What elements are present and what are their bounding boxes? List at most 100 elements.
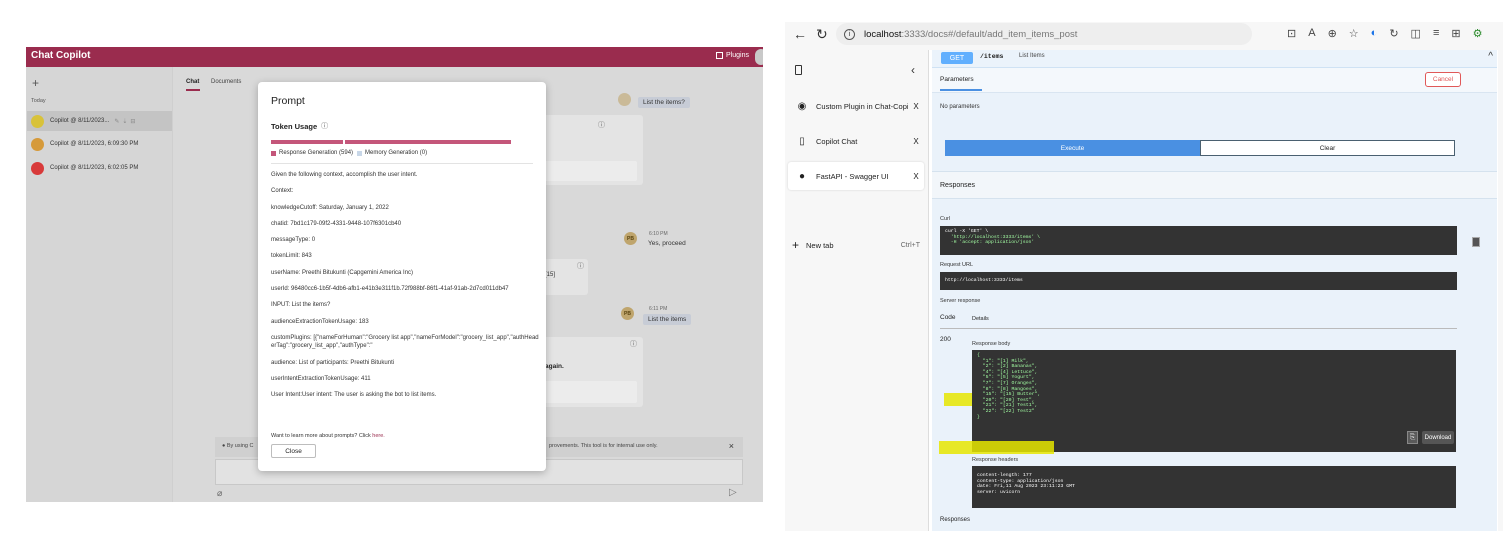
prompt-line: audience: List of participants: Preethi … <box>271 359 395 366</box>
split-screen-icon[interactable]: ◫ <box>1411 27 1421 40</box>
zoom-icon[interactable]: ⊕ <box>1328 27 1337 40</box>
prompt-line: userId: 96480cc6-1b5f-4db6-afb1-e41b3e31… <box>271 286 509 293</box>
prompt-text: Given the following context, accomplish … <box>271 171 539 408</box>
chat-list-item[interactable]: Copilot @ 8/11/2023... ✎⇣⊟ <box>27 111 172 131</box>
prompt-line: User Intent:User intent: The user is ask… <box>271 392 437 399</box>
vertical-tabs: ‹ ◉ Custom Plugin in Chat-Copilot Fe X ▯… <box>785 50 927 531</box>
operation-summary: List Items <box>1019 53 1045 59</box>
info-icon: ● <box>222 443 226 449</box>
extension-icon[interactable]: ◐ <box>1371 27 1378 40</box>
chat-item-label: Copilot @ 8/11/2023... <box>50 118 110 124</box>
token-usage-heading: Token Usage ⓘ <box>271 121 329 131</box>
new-chat-button[interactable]: + <box>32 76 39 90</box>
prompt-line: Context: <box>271 188 294 195</box>
notice-text-continued: provements. This tool is for internal us… <box>549 443 658 449</box>
learn-more-link[interactable]: here. <box>372 433 385 439</box>
back-icon[interactable]: ← <box>793 26 807 42</box>
address-bar[interactable]: i localhost:3333/docs#/default/add_item_… <box>836 23 1252 45</box>
send-icon[interactable]: ▷ <box>729 487 737 498</box>
site-info-icon[interactable]: i <box>844 28 855 40</box>
info-icon[interactable]: ⓘ <box>577 261 584 271</box>
tab-documents[interactable]: Documents <box>211 79 241 85</box>
close-icon[interactable]: × <box>729 441 734 451</box>
new-tab-button[interactable]: + New tab Ctrl+T <box>792 238 920 252</box>
memory-legend-label: Memory Generation (0) <box>365 150 428 156</box>
chat-item-label: Copilot @ 8/11/2023, 6:02:05 PM <box>50 165 139 171</box>
close-button[interactable]: Close <box>271 444 316 458</box>
prompt-line: messageType: 0 <box>271 237 316 244</box>
favorites-list-icon[interactable]: ≡ <box>1433 27 1439 40</box>
prompt-line: INPUT: List the items? <box>271 302 331 309</box>
response-body-label: Response body <box>972 341 1011 347</box>
new-tab-label: New tab <box>806 240 834 250</box>
request-url: http://localhost:3333/items <box>940 272 1457 290</box>
profile-icon[interactable]: ⚙ <box>1473 27 1483 40</box>
prompt-line: tokenLimit: 843 <box>271 253 312 260</box>
info-icon[interactable]: ⓘ <box>598 120 605 130</box>
copy-icon[interactable]: ⎘ <box>1407 431 1418 444</box>
response-body: { "1": "[1] Milk", "2": "[2] Bananas", "… <box>972 350 1456 452</box>
prompt-dialog: Prompt Token Usage ⓘ Response Generation… <box>258 82 546 471</box>
user-message: Yes, proceed <box>648 240 686 247</box>
favorite-icon[interactable]: ☆ <box>1349 27 1359 40</box>
message-time: 6:10 PM <box>649 231 668 237</box>
request-url-label: Request URL <box>940 262 974 268</box>
browser-tab[interactable]: ◉ Custom Plugin in Chat-Copilot Fe X <box>788 92 924 120</box>
bot-avatar <box>31 161 44 175</box>
cancel-button[interactable]: Cancel <box>1425 72 1461 87</box>
details-column-header: Details <box>972 316 989 322</box>
today-label: Today <box>31 98 46 104</box>
install-app-icon[interactable]: ⊡ <box>1287 27 1296 40</box>
close-tab-icon[interactable]: X <box>908 102 924 111</box>
user-message: List the items <box>643 314 692 325</box>
plugins-button[interactable]: Plugins <box>716 52 749 59</box>
active-tab-indicator <box>186 89 200 91</box>
info-icon[interactable]: ⓘ <box>630 339 637 349</box>
tab-chat[interactable]: Chat <box>186 79 199 85</box>
plus-icon: + <box>792 238 800 252</box>
curl-code: curl -X 'GET' \ 'http://localhost:3333/i… <box>940 226 1457 255</box>
reload-icon[interactable]: ↻ <box>816 26 828 43</box>
user-avatar[interactable] <box>755 49 763 65</box>
response-legend-label: Response Generation (594) <box>279 150 354 156</box>
tab-actions-icon[interactable] <box>795 65 802 75</box>
browser-tab[interactable]: ▯ Copilot Chat X <box>788 127 924 155</box>
download-button[interactable]: Download <box>1422 431 1454 444</box>
plugins-label: Plugins <box>726 52 749 59</box>
copy-icon[interactable] <box>1472 237 1480 247</box>
operation-header[interactable]: GET /items List Items ^ <box>932 50 1497 68</box>
prompt-line: chatid: 7bd1c179-09f2-4331-9448-107f6301… <box>271 220 402 227</box>
http-method-badge: GET <box>941 52 973 64</box>
collections-icon[interactable]: ⊞ <box>1451 27 1460 40</box>
tab-parameters[interactable]: Parameters <box>940 76 974 83</box>
browser-tab-active[interactable]: ● FastAPI - Swagger UI X <box>788 162 924 190</box>
share-icon[interactable]: ⊟ <box>130 119 138 125</box>
code-line: } <box>977 414 980 420</box>
execute-button[interactable]: Execute <box>945 140 1200 156</box>
tab-title: Custom Plugin in Chat-Copilot Fe <box>816 101 908 111</box>
collapse-icon[interactable]: ‹ <box>911 63 915 77</box>
chat-list-item[interactable]: Copilot @ 8/11/2023, 6:09:30 PM <box>27 134 172 154</box>
browser-toolbar-icons: ⊡ A ⊕ ☆ ◐ ↻ ◫ ≡ ⊞ ⚙ <box>1287 27 1482 40</box>
token-usage-bar-fill <box>271 140 511 144</box>
info-icon[interactable]: ⓘ <box>321 121 328 131</box>
prompt-line: Given the following context, accomplish … <box>271 172 418 178</box>
page-icon: ▯ <box>799 135 805 147</box>
attach-icon[interactable]: ⌀ <box>217 488 222 499</box>
read-aloud-icon[interactable]: A <box>1308 27 1315 40</box>
server-response-label: Server response <box>940 298 981 304</box>
swagger-ui: GET /items List Items ^ Parameters Cance… <box>928 50 1498 531</box>
user-avatar: PB <box>621 307 634 320</box>
chevron-up-icon[interactable]: ^ <box>1488 51 1493 62</box>
close-tab-icon[interactable]: X <box>908 172 924 181</box>
code-line: -H 'accept: application/json' <box>945 240 1035 246</box>
memory-legend-swatch <box>357 150 363 156</box>
code-line: server: uvicorn <box>977 489 1021 495</box>
refresh-extension-icon[interactable]: ↻ <box>1389 27 1398 40</box>
clear-button[interactable]: Clear <box>1200 140 1455 156</box>
bot-avatar <box>31 137 44 151</box>
chat-list-item[interactable]: Copilot @ 8/11/2023, 6:02:05 PM <box>27 158 172 178</box>
close-tab-icon[interactable]: X <box>908 137 924 146</box>
prompt-line: customPlugins: [{"nameForHuman":"Grocery… <box>271 334 539 350</box>
highlight <box>939 441 1054 454</box>
